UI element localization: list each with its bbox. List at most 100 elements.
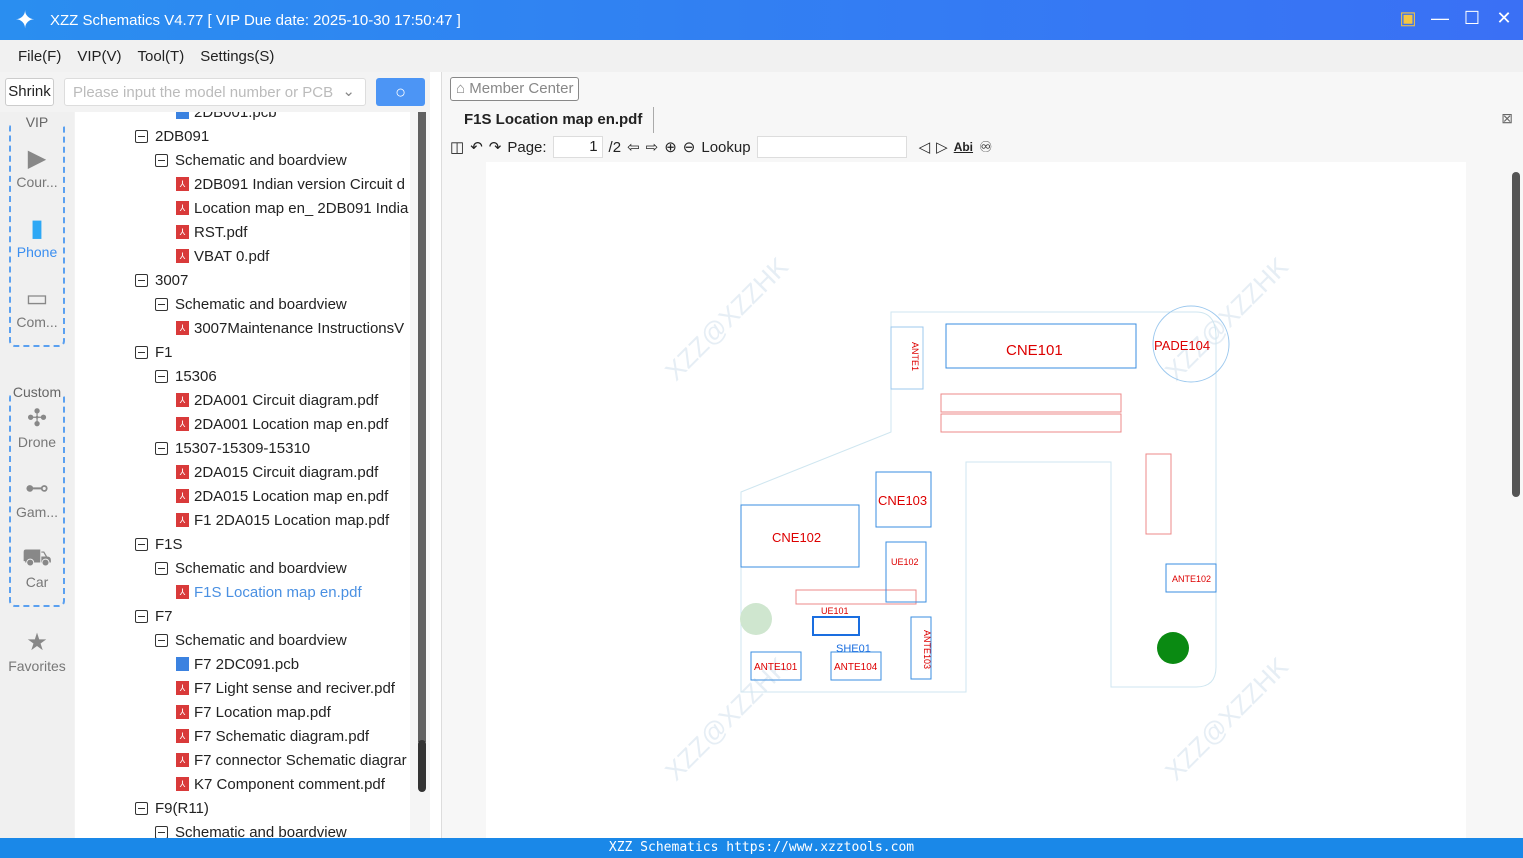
collapse-icon[interactable] [155,153,168,167]
menu-file[interactable]: File(F) [18,48,61,65]
pdf-icon: ⅄ [176,249,189,263]
tree-item[interactable]: ⅄ 2DA001 Location map en.pdf [176,412,388,436]
tree-item[interactable]: 15307-15309-15310 [155,436,310,460]
vip-bag-icon[interactable]: ▣ [1399,8,1417,29]
tree-item[interactable]: Schematic and boardview [155,556,347,580]
menu-bar: File(F) VIP(V) Tool(T) Settings(S) [0,40,1523,72]
zoom-out-icon[interactable]: ⊖ [683,138,696,156]
two-page-icon[interactable]: ◫ [450,138,464,156]
home-icon: ⌂ [456,80,466,97]
collapse-icon[interactable] [155,369,168,383]
tree-item[interactable]: Schematic and boardview [155,148,347,172]
prev-page-icon[interactable]: ⇦ [627,138,640,156]
menu-tool[interactable]: Tool(T) [138,48,185,65]
rail-computer[interactable]: ▭ Com... [0,284,74,330]
collapse-icon[interactable] [135,345,148,359]
pdf-icon: ⅄ [176,585,189,599]
maximize-button[interactable]: ☐ [1463,8,1481,29]
search-placeholder: Please input the model number or PCB [73,84,334,101]
member-center-button[interactable]: ⌂ Member Center [450,77,580,101]
tree-item[interactable]: ⅄ RST.pdf [176,220,247,244]
tree-item[interactable]: ⅄ VBAT 0.pdf [176,244,269,268]
tree-item[interactable]: F9(R11) [135,796,209,820]
tree-item[interactable]: F7 2DC091.pcb [176,652,299,676]
collapse-icon[interactable] [155,441,168,455]
minimize-button[interactable]: — [1431,8,1449,29]
find-next-icon[interactable]: ▷ [936,138,948,156]
collapse-icon[interactable] [155,297,168,311]
rail-game[interactable]: ⊷ Gam... [0,474,74,520]
pcb-icon [176,112,189,119]
rail-drone[interactable]: ✣ Drone [0,404,74,450]
binoculars-icon[interactable]: ♾ [979,138,992,156]
search-input[interactable]: Please input the model number or PCB ⌄ [64,78,366,106]
tree-item[interactable]: Schematic and boardview [155,628,347,652]
tree-item[interactable]: ⅄ F7 Location map.pdf [176,700,331,724]
match-case-icon[interactable]: Abi [954,140,973,154]
tree-item[interactable]: Schematic and boardview [155,820,347,838]
tree-item[interactable]: 15306 [155,364,217,388]
zoom-in-icon[interactable]: ⊕ [664,138,677,156]
tree-item[interactable]: ⅄ 2DA015 Circuit diagram.pdf [176,460,378,484]
tree-item[interactable]: F1 [135,340,173,364]
tree-item-label: F7 Schematic diagram.pdf [194,727,370,745]
menu-vip[interactable]: VIP(V) [77,48,121,65]
tree-item[interactable]: ⅄ F7 Light sense and reciver.pdf [176,676,395,700]
tree-item[interactable]: ⅄ 2DA015 Location map en.pdf [176,484,388,508]
collapse-icon[interactable] [155,825,168,838]
collapse-icon[interactable] [155,561,168,575]
collapse-icon[interactable] [155,633,168,647]
collapse-icon[interactable] [135,537,148,551]
tree-item[interactable]: ⅄ 2DB091 Indian version Circuit d [176,172,405,196]
find-prev-icon[interactable]: ◁ [919,138,931,156]
collapse-icon[interactable] [135,273,148,287]
tree-item[interactable]: F7 [135,604,173,628]
close-button[interactable]: ✕ [1495,8,1513,29]
scroll-thumb[interactable] [1512,172,1520,497]
tree-item[interactable]: 2DB091 [135,124,209,148]
rail-course[interactable]: ▶ Cour... [0,144,74,190]
tree-item-label: K7 Component comment.pdf [194,775,385,793]
watermark: XZZ@XZZHK [659,251,794,386]
gamepad-icon: ⊷ [25,475,49,502]
tree-item[interactable]: F1S [135,532,183,556]
phone-icon: ▮ [30,215,44,242]
menu-settings[interactable]: Settings(S) [200,48,274,65]
tree-item[interactable]: ⅄ F7 Schematic diagram.pdf [176,724,369,748]
page-input[interactable]: 1 [552,136,603,158]
tree-item[interactable]: ⅄ F1 2DA015 Location map.pdf [176,508,389,532]
tree-scrollbar[interactable] [410,112,430,838]
tree-item[interactable]: Schematic and boardview [155,292,347,316]
tree-item[interactable]: ⅄ 2DA001 Circuit diagram.pdf [176,388,378,412]
rotate-right-icon[interactable]: ↷ [489,138,502,156]
rail-phone[interactable]: ▮ Phone [0,214,74,260]
tree-item[interactable]: ⅄ Location map en_ 2DB091 India [176,196,408,220]
pdf-page[interactable]: XZZ@XZZHK XZZ@XZZHK XZZ@XZZHK XZZ@XZZHK … [486,162,1466,838]
tree-item[interactable]: ⅄ F1S Location map en.pdf [176,580,362,604]
viewer-scrollbar[interactable] [1509,162,1523,838]
tree-item[interactable]: ⅄ F7 connector Schematic diagrar [176,748,407,772]
pdf-icon: ⅄ [176,225,189,239]
tree-item[interactable]: 3007 [135,268,188,292]
collapse-icon[interactable] [135,801,148,815]
window-title: XZZ Schematics V4.77 [ VIP Due date: 202… [50,11,461,29]
rail-favorites[interactable]: ★ Favorites [0,628,74,674]
scroll-thumb[interactable] [418,740,426,792]
collapse-icon[interactable] [135,129,148,143]
search-button[interactable]: ○ [376,78,425,106]
tree-item[interactable]: 2DB001.pcb [176,112,277,124]
tree-item[interactable]: ⅄ K7 Component comment.pdf [176,772,385,796]
next-page-icon[interactable]: ⇨ [646,138,659,156]
rotate-left-icon[interactable]: ↶ [470,138,483,156]
laptop-icon: ▭ [25,285,49,312]
tab-document[interactable]: F1S Location map en.pdf [442,107,654,133]
rail-car[interactable]: ⛟ Car [0,544,74,590]
rail-label: Favorites [8,658,66,674]
chevron-down-icon[interactable]: ⌄ [342,82,355,100]
lookup-input[interactable] [756,136,907,158]
tree-item[interactable]: ⅄ 3007Maintenance InstructionsV [176,316,404,340]
collapse-icon[interactable] [135,609,148,623]
close-tab-icon[interactable]: ⊠ [1501,110,1513,127]
shrink-button[interactable]: Shrink [5,78,54,106]
pcb-label: PADE104 [1154,338,1210,353]
